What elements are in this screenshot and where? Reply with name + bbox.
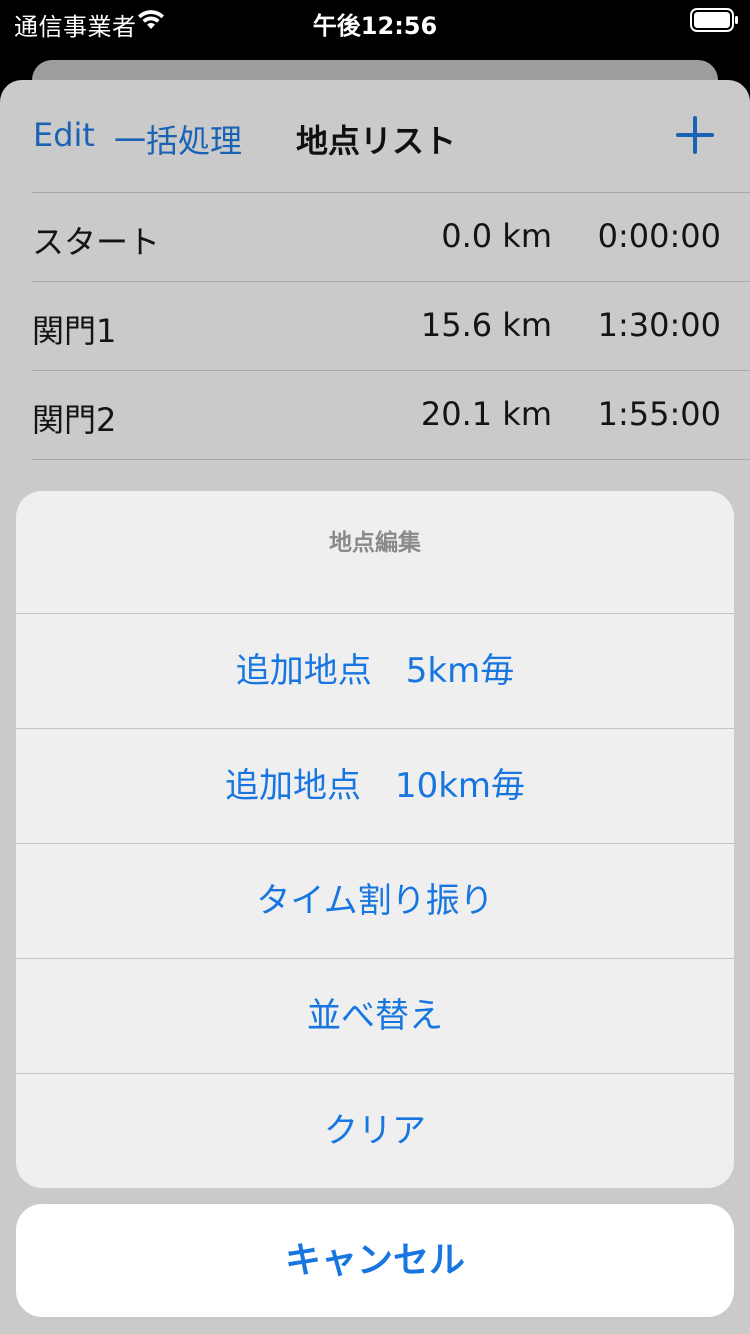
list-item[interactable]: 関門1 15.6 km 1:30:00 [32, 281, 750, 370]
clear-button[interactable]: クリア [16, 1073, 734, 1188]
action-sheet-title: 地点編集 [329, 530, 421, 556]
point-name: 関門2 [32, 401, 117, 439]
point-distance: 20.1 km [420, 395, 552, 433]
plus-icon[interactable] [676, 116, 714, 154]
sort-button[interactable]: 並べ替え [16, 958, 734, 1073]
point-time: 0:00:00 [597, 217, 721, 255]
point-distance: 15.6 km [420, 306, 552, 344]
screen: 通信事業者 午後12:56 Edit 一括処理 地点リスト スタート 0.0 k… [0, 0, 750, 1334]
navigation-bar: Edit 一括処理 地点リスト [0, 80, 750, 192]
add-points-10km-button[interactable]: 追加地点 10km毎 [16, 728, 734, 843]
list-item[interactable]: 関門2 20.1 km 1:55:00 [32, 370, 750, 459]
battery-icon [690, 8, 738, 32]
point-name: 関門1 [32, 312, 117, 350]
point-time: 1:30:00 [597, 306, 721, 344]
page-title: 地点リスト [296, 122, 457, 160]
status-bar: 通信事業者 午後12:56 [0, 0, 750, 42]
point-distance: 0.0 km [441, 217, 552, 255]
point-time: 1:55:00 [597, 395, 721, 433]
cancel-button[interactable]: キャンセル [16, 1204, 734, 1317]
batch-process-button[interactable]: 一括処理 [114, 116, 242, 162]
point-name: スタート [32, 223, 161, 261]
status-time: 午後12:56 [312, 12, 438, 40]
add-points-5km-button[interactable]: 追加地点 5km毎 [16, 613, 734, 728]
time-allocation-button[interactable]: タイム割り振り [16, 843, 734, 958]
action-sheet: 地点編集 追加地点 5km毎 追加地点 10km毎 タイム割り振り 並べ替え ク… [16, 491, 734, 1188]
list-item[interactable]: スタート 0.0 km 0:00:00 [32, 192, 750, 281]
edit-button[interactable]: Edit [33, 116, 95, 154]
